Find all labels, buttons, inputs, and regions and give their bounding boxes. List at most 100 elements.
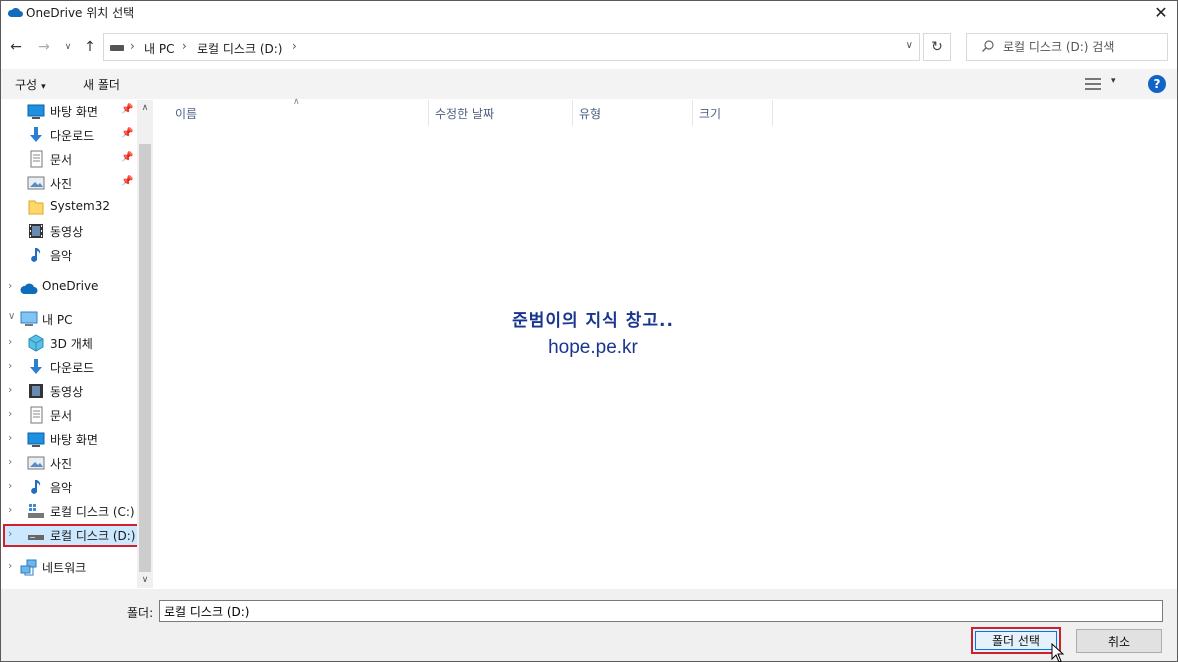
sidebar-item-music[interactable]: 음악 — [1, 244, 137, 266]
sidebar-item-system32[interactable]: System32 — [1, 196, 137, 218]
desktop-icon — [27, 104, 45, 119]
sidebar-item-this-pc[interactable]: ∨ 내 PC — [1, 308, 137, 330]
column-header-label: 유형 — [579, 107, 602, 121]
chevron-right-icon[interactable]: › — [8, 559, 12, 572]
column-header-size[interactable]: 크기 — [693, 100, 773, 126]
chevron-right-icon[interactable]: › — [8, 407, 12, 420]
breadcrumb-local-disk-d[interactable]: 로컬 디스크 (D:) — [197, 40, 282, 57]
sidebar-item-documents[interactable]: › 문서 — [1, 404, 137, 426]
sidebar-item-downloads[interactable]: 다운로드 📌 — [1, 124, 137, 146]
column-header-type[interactable]: 유형 — [573, 100, 693, 126]
chevron-right-icon[interactable]: › — [8, 527, 12, 540]
sidebar-item-3d-objects[interactable]: › 3D 개체 — [1, 332, 137, 354]
folder-icon — [28, 200, 44, 215]
sidebar-item-label: 문서 — [50, 153, 73, 167]
sidebar-item-music[interactable]: › 음악 — [1, 476, 137, 498]
folder-name-input[interactable] — [159, 600, 1163, 622]
search-input[interactable] — [1003, 38, 1163, 56]
chevron-right-icon[interactable]: › — [8, 503, 12, 516]
breadcrumb-separator[interactable]: › — [182, 39, 187, 53]
chevron-right-icon[interactable]: › — [8, 335, 12, 348]
onedrive-folder-picker-dialog: OneDrive 위치 선택 ✕ ← → ∨ ↑ › 내 PC › 로컬 디스크… — [0, 0, 1178, 662]
sidebar-item-network[interactable]: › 네트워크 — [1, 556, 137, 578]
file-list-pane[interactable]: ∧ 이름 수정한 날짜 유형 크기 준범이의 지식 창고.. hope.pe.k… — [153, 97, 1177, 588]
up-arrow-icon[interactable]: ↑ — [81, 37, 99, 57]
document-icon — [30, 406, 43, 424]
sidebar-item-onedrive[interactable]: › OneDrive — [1, 276, 137, 298]
pin-icon: 📌 — [121, 152, 134, 163]
organize-menu-button[interactable]: 구성 ▾ — [15, 76, 46, 93]
blog-watermark: 준범이의 지식 창고.. hope.pe.kr — [503, 306, 683, 359]
organize-label: 구성 — [15, 78, 38, 92]
refresh-icon: ↻ — [931, 39, 943, 55]
watermark-line-1: 준범이의 지식 창고.. — [512, 311, 674, 331]
3d-objects-icon — [28, 334, 44, 352]
sidebar-item-pictures[interactable]: › 사진 — [1, 452, 137, 474]
forward-arrow-icon[interactable]: → — [35, 37, 53, 57]
breadcrumb-this-pc[interactable]: 내 PC — [144, 40, 174, 57]
chevron-right-icon[interactable]: › — [8, 479, 12, 492]
chevron-down-icon[interactable]: ∨ — [8, 311, 15, 322]
column-header-modified[interactable]: 수정한 날짜 — [429, 100, 573, 126]
sidebar-item-desktop[interactable]: 바탕 화면 📌 — [1, 100, 137, 122]
sidebar-item-label: 내 PC — [42, 313, 73, 327]
back-arrow-icon[interactable]: ← — [7, 37, 25, 57]
refresh-button[interactable]: ↻ — [923, 33, 951, 61]
network-icon — [20, 559, 37, 576]
sidebar-item-videos[interactable]: › 동영상 — [1, 380, 137, 402]
drive-c-icon — [28, 504, 44, 518]
sidebar-item-label: 동영상 — [50, 385, 84, 399]
help-icon[interactable]: ? — [1148, 75, 1166, 93]
scroll-thumb[interactable] — [139, 144, 151, 572]
sidebar-item-downloads[interactable]: › 다운로드 — [1, 356, 137, 378]
sidebar-item-desktop[interactable]: › 바탕 화면 — [1, 428, 137, 450]
desktop-icon — [27, 432, 45, 447]
column-header-name[interactable]: 이름 — [169, 100, 429, 126]
sidebar-item-documents[interactable]: 문서 📌 — [1, 148, 137, 170]
column-header-label: 수정한 날짜 — [435, 107, 495, 121]
chevron-right-icon[interactable]: › — [8, 383, 12, 396]
chevron-down-icon: ▾ — [1111, 76, 1116, 86]
chevron-right-icon[interactable]: › — [8, 455, 12, 468]
computer-icon — [20, 311, 38, 326]
navigation-pane[interactable]: 바탕 화면 📌 다운로드 📌 문서 📌 사진 📌 System32 동영상 음악… — [1, 100, 153, 588]
sidebar-item-label: 사진 — [50, 457, 73, 471]
music-icon — [31, 480, 41, 494]
select-folder-button[interactable]: 폴더 선택 — [971, 627, 1061, 654]
document-icon — [30, 150, 43, 168]
sidebar-item-label: 바탕 화면 — [50, 433, 98, 447]
chevron-right-icon[interactable]: › — [8, 279, 12, 292]
navigation-scrollbar[interactable]: ∧ ∨ — [137, 100, 153, 588]
view-options-button[interactable]: ▾ — [1085, 76, 1121, 91]
dialog-footer: 폴더: 폴더 선택 취소 — [1, 589, 1177, 661]
new-folder-button[interactable]: 새 폴더 — [83, 76, 120, 93]
sidebar-item-local-disk-d[interactable]: › 로컬 디스크 (D:) — [1, 524, 137, 546]
cancel-button[interactable]: 취소 — [1076, 629, 1162, 653]
scroll-down-icon[interactable]: ∨ — [137, 572, 153, 588]
breadcrumb-separator[interactable]: › — [130, 39, 135, 53]
pin-icon: 📌 — [121, 128, 134, 139]
download-icon — [30, 127, 42, 142]
sidebar-item-label: 문서 — [50, 409, 73, 423]
chevron-right-icon[interactable]: › — [8, 359, 12, 372]
sidebar-item-videos[interactable]: 동영상 — [1, 220, 137, 242]
close-icon[interactable]: ✕ — [1149, 1, 1173, 23]
recent-locations-chevron-icon[interactable]: ∨ — [61, 37, 75, 57]
sidebar-item-label: 다운로드 — [50, 129, 95, 143]
details-view-icon — [1085, 78, 1101, 90]
sidebar-item-label: 3D 개체 — [50, 337, 93, 351]
video-icon — [29, 224, 43, 238]
window-title: OneDrive 위치 선택 — [26, 6, 135, 20]
onedrive-cloud-icon — [8, 8, 23, 17]
search-box[interactable] — [966, 33, 1168, 61]
sidebar-item-label: System32 — [50, 199, 111, 213]
sidebar-item-pictures[interactable]: 사진 📌 — [1, 172, 137, 194]
title-bar: OneDrive 위치 선택 ✕ — [1, 1, 1177, 23]
scroll-up-icon[interactable]: ∧ — [137, 100, 153, 116]
address-dropdown-icon[interactable]: ∨ — [906, 40, 913, 51]
sidebar-item-local-disk-c[interactable]: › 로컬 디스크 (C:) — [1, 500, 137, 522]
column-header-label: 이름 — [175, 107, 198, 121]
breadcrumb-separator[interactable]: › — [292, 39, 297, 53]
address-bar[interactable]: › 내 PC › 로컬 디스크 (D:) › ∨ — [103, 33, 920, 61]
chevron-right-icon[interactable]: › — [8, 431, 12, 444]
